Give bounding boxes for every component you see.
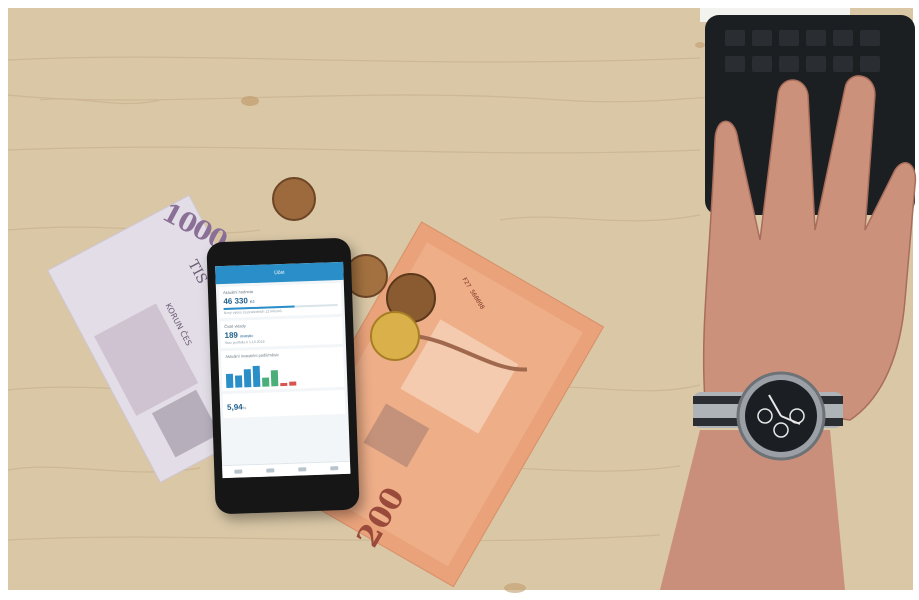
mini-chart-bar xyxy=(270,370,279,387)
tab-home-icon[interactable] xyxy=(234,469,243,474)
portfolio-value-unit: Kč xyxy=(249,298,255,305)
deposits-unit: investic xyxy=(239,333,254,339)
yield-card[interactable]: 5,94% xyxy=(222,389,346,419)
tab-chart-icon[interactable] xyxy=(298,467,307,472)
portfolio-value-number: 46 330 xyxy=(223,296,248,307)
smartphone: Účet Aktuální hodnota 46 330 Kč Nový výno… xyxy=(206,237,360,515)
tab-profile-icon[interactable] xyxy=(330,466,339,471)
deposits-card[interactable]: Čisté vklady 189 investic Stav portfolia … xyxy=(220,316,343,349)
mini-chart-bar xyxy=(252,365,261,388)
mini-chart-bar xyxy=(280,382,288,387)
mini-chart-bar xyxy=(262,377,270,387)
portfolio-value-card[interactable]: Aktuální hodnota 46 330 Kč Nový výnos za … xyxy=(218,282,342,319)
phone-screen: Účet Aktuální hodnota 46 330 Kč Nový výno… xyxy=(215,261,351,479)
mini-chart-bar xyxy=(289,381,297,386)
tab-portfolio-icon[interactable] xyxy=(266,468,275,473)
app-header: Účet xyxy=(215,261,344,285)
mini-chart-bar xyxy=(225,373,234,388)
wood-knot xyxy=(241,96,259,106)
app-tab-bar xyxy=(222,460,351,479)
mini-chart-bar xyxy=(234,375,243,388)
photo-background xyxy=(0,0,919,600)
deposits-number: 189 xyxy=(224,330,239,341)
photo-scene: 1000 TIS KORUN ČES 200 F27 560098 Účet A… xyxy=(0,0,919,600)
monthly-mini-chart xyxy=(225,358,340,388)
app-header-title: Účet xyxy=(274,269,285,277)
coin-gold xyxy=(370,311,420,361)
wood-knot xyxy=(695,42,705,48)
coin xyxy=(272,177,316,221)
monthly-chart-card[interactable]: Aktuální investiční podíl/měsíc xyxy=(221,346,345,392)
mini-chart-bar xyxy=(243,369,252,388)
wood-knot xyxy=(504,583,526,593)
yield-value: 5,94 xyxy=(226,402,243,412)
yield-unit: % xyxy=(242,405,247,411)
